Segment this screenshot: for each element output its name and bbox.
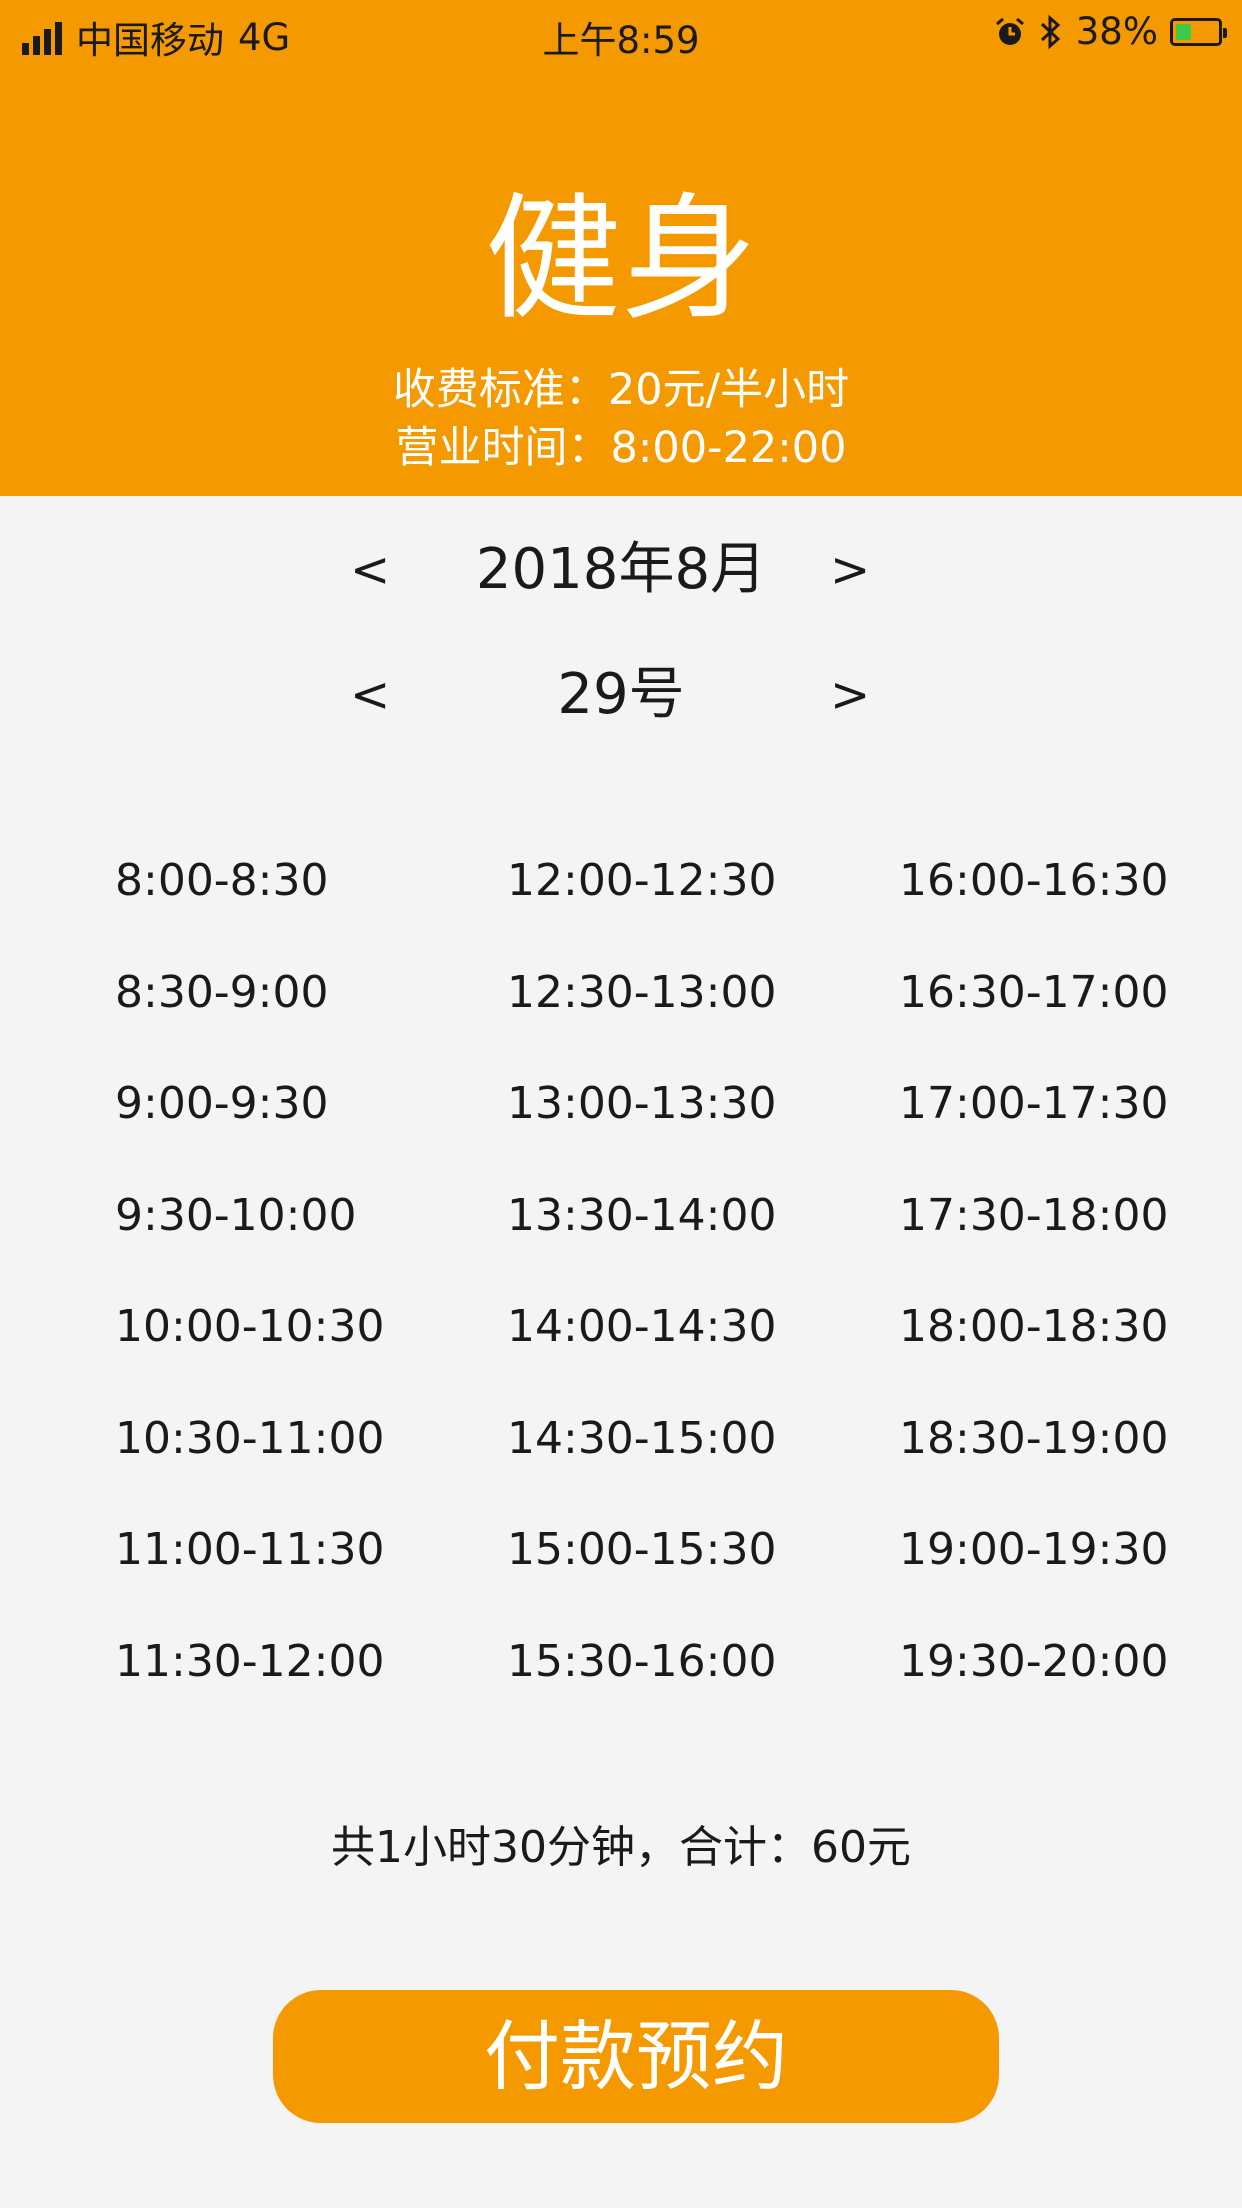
time-slot[interactable]: 12:30-13:00 [507,957,867,1069]
time-slot[interactable]: 10:00-10:30 [115,1291,475,1403]
day-label: 29号 [557,662,685,727]
header: 中国移动 4G 上午8:59 38% 健身 收费标准：20元/半小时 营业时间：… [0,0,1242,496]
bluetooth-icon [1040,14,1060,49]
battery-level [1176,23,1192,40]
time-slot[interactable]: 11:00-11:30 [115,1514,475,1626]
time-slot[interactable]: 18:30-19:00 [899,1403,1242,1515]
time-slot-column: 16:00-16:30 16:30-17:00 17:00-17:30 17:3… [899,845,1242,1737]
day-selector: < 29号 > [0,655,1242,735]
business-hours: 营业时间：8:00-22:00 [395,423,847,473]
time-slot[interactable]: 17:30-18:00 [899,1180,1242,1292]
time-slot[interactable]: 14:30-15:00 [507,1403,867,1515]
battery-percent: 38% [1075,10,1158,53]
month-label: 2018年8月 [475,537,767,602]
time-slot[interactable]: 13:30-14:00 [507,1180,867,1292]
price-info: 收费标准：20元/半小时 [392,365,850,415]
battery-icon [1170,17,1227,46]
time-slot-column: 12:00-12:30 12:30-13:00 13:00-13:30 13:3… [507,845,867,1737]
time-slot[interactable]: 10:30-11:00 [115,1403,475,1515]
time-slot[interactable]: 16:00-16:30 [899,845,1242,957]
time-slot[interactable]: 15:30-16:00 [507,1626,867,1738]
alarm-icon [995,17,1024,45]
time-slot[interactable]: 9:30-10:00 [115,1180,475,1292]
next-month-button[interactable]: > [830,530,870,610]
month-selector: < 2018年8月 > [0,530,1242,610]
status-bar: 中国移动 4G 上午8:59 38% [0,0,1242,66]
time-slot[interactable]: 14:00-14:30 [507,1291,867,1403]
time-slot[interactable]: 12:00-12:30 [507,845,867,957]
status-right: 38% [994,10,1227,53]
time-slot[interactable]: 19:30-20:00 [899,1626,1242,1738]
page-title: 健身 [485,181,757,339]
time-slot[interactable]: 19:00-19:30 [899,1514,1242,1626]
next-day-button[interactable]: > [830,655,870,735]
time-slot[interactable]: 8:00-8:30 [115,845,475,957]
time-slot[interactable]: 13:00-13:30 [507,1068,867,1180]
time-slot[interactable]: 16:30-17:00 [899,957,1242,1069]
time-slot[interactable]: 11:30-12:00 [115,1626,475,1738]
pay-reserve-button[interactable]: 付款预约 [273,1990,999,2123]
time-slot[interactable]: 9:00-9:30 [115,1068,475,1180]
booking-summary: 共1小时30分钟，合计：60元 [331,1822,911,1873]
time-slot-column: 8:00-8:30 8:30-9:00 9:00-9:30 9:30-10:00… [115,845,475,1737]
time-slot[interactable]: 8:30-9:00 [115,957,475,1069]
time-slot[interactable]: 15:00-15:30 [507,1514,867,1626]
time-slot[interactable]: 18:00-18:30 [899,1291,1242,1403]
time-slot[interactable]: 17:00-17:30 [899,1068,1242,1180]
